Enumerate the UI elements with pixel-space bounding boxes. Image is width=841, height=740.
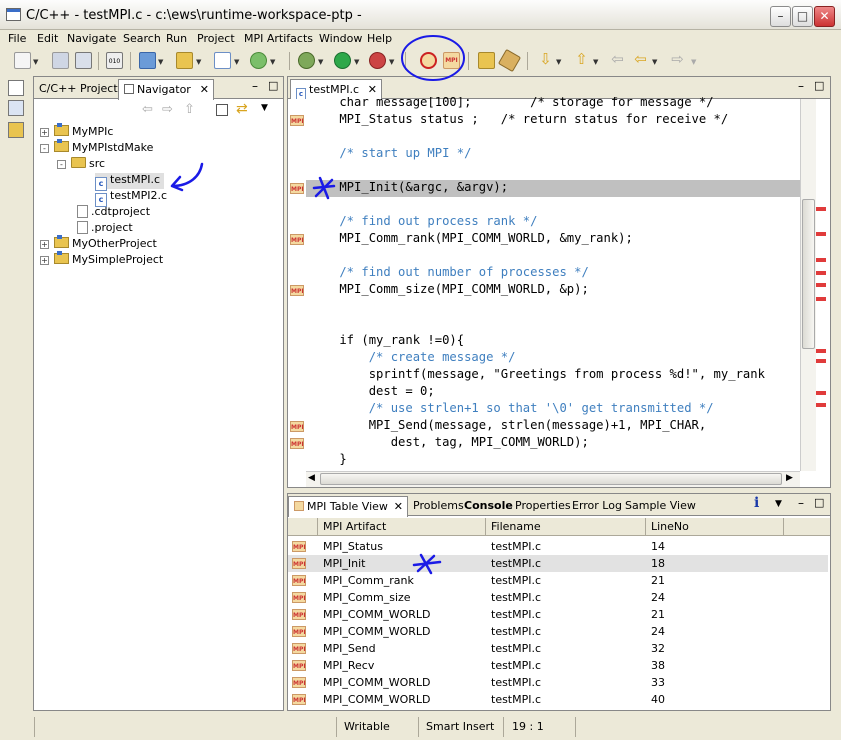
annotation-circle (401, 35, 465, 81)
annotation-asterisk-table (412, 553, 442, 575)
annotation-overlay (170, 35, 465, 575)
annotation-asterisk-editor (312, 176, 336, 200)
annotation-arrow (170, 162, 204, 192)
